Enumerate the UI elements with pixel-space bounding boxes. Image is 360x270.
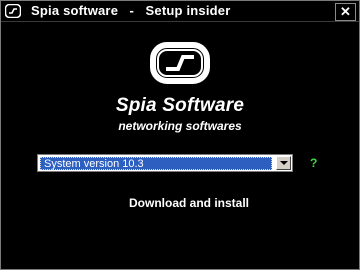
app-logo-icon bbox=[5, 4, 21, 18]
brand-name: Spia Software bbox=[115, 95, 245, 116]
version-select-value: System version 10.3 bbox=[40, 157, 272, 170]
setup-window: Spia software - Setup insider ✕ Spia Sof… bbox=[0, 0, 360, 270]
window-title: Spia software - Setup insider bbox=[31, 3, 231, 18]
title-bar: Spia software - Setup insider ✕ bbox=[1, 1, 359, 22]
download-install-button[interactable]: Download and install bbox=[129, 196, 249, 210]
close-button[interactable]: ✕ bbox=[335, 3, 356, 21]
chevron-down-icon[interactable] bbox=[276, 156, 291, 170]
version-select[interactable]: System version 10.3 bbox=[37, 154, 293, 172]
brand-tagline: networking softwares bbox=[118, 119, 242, 133]
help-button[interactable]: ? bbox=[310, 156, 317, 170]
close-icon: ✕ bbox=[340, 4, 351, 19]
spia-logo-icon bbox=[150, 42, 210, 84]
